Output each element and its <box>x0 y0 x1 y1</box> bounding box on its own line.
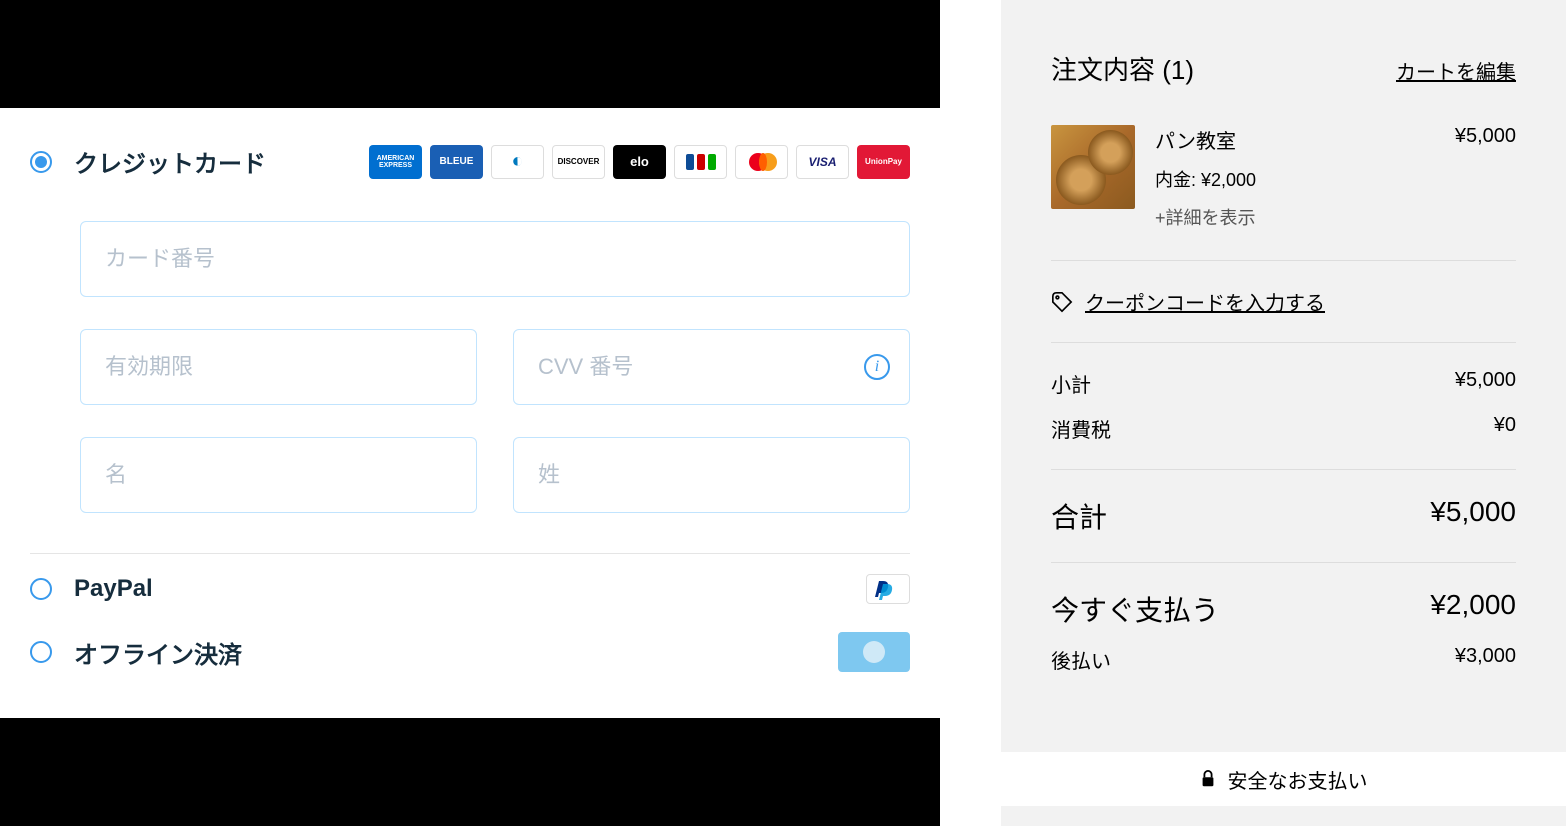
secure-text: 安全なお支払い <box>1228 765 1368 794</box>
bleue-icon: BLEUE <box>430 145 483 179</box>
credit-card-label: クレジットカード <box>74 144 369 179</box>
discover-icon: DISCOVER <box>552 145 605 179</box>
paypal-label: PayPal <box>74 575 866 603</box>
jcb-icon <box>674 145 727 179</box>
footer-placeholder <box>0 718 940 826</box>
subtotal-section: 小計 ¥5,000 消費税 ¥0 <box>1051 343 1516 470</box>
card-brand-icons: AMERICANEXPRESS BLEUE ◐ DISCOVER elo VIS… <box>369 145 910 179</box>
radio-offline[interactable] <box>30 641 52 663</box>
radio-paypal[interactable] <box>30 578 52 600</box>
elo-icon: elo <box>613 145 666 179</box>
mastercard-icon <box>735 145 788 179</box>
paynow-label: 今すぐ支払う <box>1051 589 1219 629</box>
order-summary-panel: 注文内容 (1) カートを編集 パン教室 ¥5,000 内金: ¥2,000 +… <box>1001 0 1566 826</box>
payment-option-credit-card[interactable]: クレジットカード AMERICANEXPRESS BLEUE ◐ DISCOVE… <box>30 138 910 191</box>
amex-icon: AMERICANEXPRESS <box>369 145 422 179</box>
order-item: パン教室 ¥5,000 内金: ¥2,000 +詳細を表示 <box>1051 125 1516 261</box>
visa-icon: VISA <box>796 145 849 179</box>
tax-label: 消費税 <box>1051 414 1111 443</box>
last-name-input[interactable] <box>513 437 910 513</box>
total-section: 合計 ¥5,000 <box>1051 470 1516 563</box>
edit-cart-link[interactable]: カートを編集 <box>1396 56 1516 85</box>
payment-option-paypal[interactable]: PayPal <box>30 553 910 614</box>
offline-label: オフライン決済 <box>74 635 838 670</box>
coupon-text: クーポンコードを入力する <box>1085 287 1325 316</box>
payment-option-offline[interactable]: オフライン決済 <box>30 614 910 686</box>
first-name-input[interactable] <box>80 437 477 513</box>
item-deposit: 内金: ¥2,000 <box>1155 166 1516 192</box>
paynow-value: ¥2,000 <box>1430 589 1516 629</box>
cvv-input[interactable] <box>513 329 910 405</box>
credit-card-form: i <box>30 191 910 543</box>
item-price: ¥5,000 <box>1455 125 1516 154</box>
payment-panel: クレジットカード AMERICANEXPRESS BLEUE ◐ DISCOVE… <box>0 0 940 826</box>
secure-footer: 安全なお支払い <box>1001 752 1566 806</box>
tax-value: ¥0 <box>1494 414 1516 443</box>
item-name: パン教室 <box>1155 125 1236 154</box>
diners-icon: ◐ <box>491 145 544 179</box>
coupon-link[interactable]: クーポンコードを入力する <box>1051 261 1516 343</box>
payment-methods-section: クレジットカード AMERICANEXPRESS BLEUE ◐ DISCOVE… <box>0 108 940 686</box>
total-label: 合計 <box>1051 496 1107 536</box>
header-placeholder <box>0 0 940 108</box>
paynow-section: 今すぐ支払う ¥2,000 後払い ¥3,000 <box>1051 563 1516 700</box>
subtotal-value: ¥5,000 <box>1455 369 1516 398</box>
radio-credit-card[interactable] <box>30 151 52 173</box>
total-value: ¥5,000 <box>1430 496 1516 536</box>
paylater-value: ¥3,000 <box>1455 645 1516 674</box>
paylater-label: 後払い <box>1051 645 1111 674</box>
subtotal-label: 小計 <box>1051 369 1091 398</box>
expiry-input[interactable] <box>80 329 477 405</box>
order-title: 注文内容 (1) <box>1051 50 1194 87</box>
paypal-icon <box>866 574 910 604</box>
tag-icon <box>1051 291 1073 313</box>
cash-icon <box>838 632 910 672</box>
unionpay-icon: UnionPay <box>857 145 910 179</box>
item-thumbnail <box>1051 125 1135 209</box>
lock-icon <box>1200 770 1216 788</box>
card-number-input[interactable] <box>80 221 910 297</box>
cvv-info-icon[interactable]: i <box>864 354 890 380</box>
item-more-link[interactable]: +詳細を表示 <box>1155 204 1516 230</box>
